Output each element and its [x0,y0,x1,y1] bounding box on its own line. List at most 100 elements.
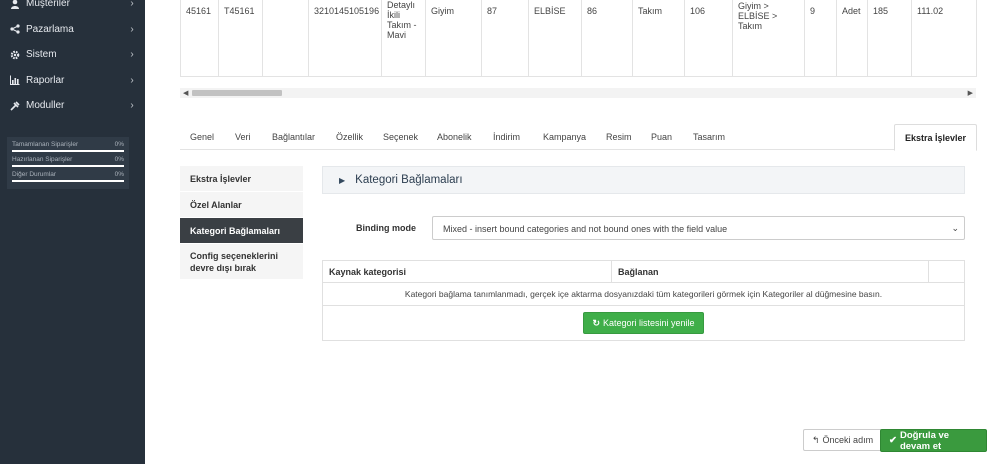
tab-kampanya[interactable]: Kampanya [543,124,586,150]
table-cell: Giyim [425,0,482,77]
binding-mode-label: Binding mode [356,223,416,233]
gear-icon [8,48,22,62]
stat-label: Tamamlanan Siparişler [12,141,79,148]
stat-other: Diğer Durumlar 0% [12,171,124,182]
sidebar-item-pazarlama[interactable]: Pazarlama › [0,17,145,43]
main-area: 45161 T45161 3210145105196 Detaylı İkili… [145,0,1000,464]
binding-mode-row: Binding mode Mixed - insert bound catego… [322,216,965,240]
col-bound: Bağlanan [612,261,929,282]
table-cell: 111.02 [911,0,977,77]
table-cell: 185 [867,0,912,77]
sidebar-item-label: Müşteriler [26,0,70,10]
progress-bar [12,165,124,167]
button-row: ↻ Kategori listesini yenile [323,306,964,340]
binding-mode-select[interactable]: Mixed - insert bound categories and not … [432,216,965,240]
menu-item-config-secenekleri[interactable]: Config seçeneklerini devre dışı bırak [180,244,303,280]
tab-genel[interactable]: Genel [190,124,214,150]
scrollbar-thumb[interactable] [192,90,282,96]
tab-bar: Genel Veri Bağlantılar Özellik Seçenek A… [180,124,978,151]
chevron-right-icon: › [130,74,134,86]
sidebar-item-raporlar[interactable]: Raporlar › [0,68,145,94]
horizontal-scrollbar[interactable]: ◀ ▶ [180,88,976,98]
table-cell: Takım [632,0,685,77]
menu-item-ozel-alanlar[interactable]: Özel Alanlar [180,192,303,218]
table-header: Kaynak kategorisi Bağlanan [323,261,964,283]
caret-right-icon: ▶ [339,175,346,185]
previous-step-button[interactable]: ↰ Önceki adım [803,429,883,451]
tab-secenek[interactable]: Seçenek [383,124,418,150]
progress-bar [12,150,124,152]
tab-ekstra-islevler[interactable]: Ekstra İşlevler [894,124,978,151]
reply-icon: ↰ [812,434,820,445]
sidebar-item-sistem[interactable]: Sistem › [0,42,145,68]
chevron-right-icon: › [130,49,134,61]
empty-message: Kategori bağlama tanımlanmadı, gerçek iç… [323,283,964,306]
stat-value: 0% [114,156,124,163]
chevron-right-icon: › [130,100,134,112]
binding-table: Kaynak kategorisi Bağlanan Kategori bağl… [322,260,965,341]
table-cell: 45161 [180,0,219,77]
progress-bar [12,180,124,182]
stat-value: 0% [114,141,124,148]
stat-label: Hazırlanan Siparişler [12,156,73,163]
table-cell: 86 [581,0,633,77]
table-cell: 3210145105196 [308,0,382,77]
menu-item-kategori-baglamalari[interactable]: Kategori Bağlamaları [180,218,303,244]
puzzle-icon [8,99,22,113]
table-cell: Adet [836,0,868,77]
scroll-left-icon[interactable]: ◀ [183,89,188,97]
table-cell: T45161 [218,0,263,77]
section-header[interactable]: ▶ Kategori Bağlamaları [322,166,965,194]
button-label: Önceki adım [822,435,874,445]
stat-completed: Tamamlanan Siparişler 0% [12,141,124,152]
sidebar: Müşteriler › Pazarlama › Sistem › Raporl… [0,0,145,464]
sidebar-item-musteriler[interactable]: Müşteriler › [0,0,145,17]
sidebar-item-label: Raporlar [26,74,65,86]
section-title: Kategori Bağlamaları [355,174,463,186]
tab-resim[interactable]: Resim [606,124,632,150]
chevron-down-icon: ⌄ [951,223,959,233]
button-label: Doğrula ve devam et [899,429,950,452]
chevron-right-icon: › [130,0,134,10]
chevron-right-icon: › [130,23,134,35]
check-icon: ✔ [889,435,897,446]
tab-abonelik[interactable]: Abonelik [437,124,472,150]
main-panel: 45161 T45161 3210145105196 Detaylı İkili… [159,0,987,464]
tab-baglantilar[interactable]: Bağlantılar [272,124,315,150]
table-cell: ELBİSE [528,0,582,77]
binding-mode-value: Mixed - insert bound categories and not … [443,224,728,234]
stat-label: Diğer Durumlar [12,171,57,178]
refresh-category-list-button[interactable]: ↻ Kategori listesini yenile [583,312,704,334]
col-source-category: Kaynak kategorisi [323,261,612,282]
table-cell: 9 [804,0,837,77]
table-row: 45161 T45161 3210145105196 Detaylı İkili… [180,0,977,77]
table-cell: Giyim > ELBİSE > Takım [732,0,805,77]
tab-veri[interactable]: Veri [235,124,251,150]
sidebar-item-moduller[interactable]: Moduller › [0,93,145,119]
col-actions [929,261,964,282]
validate-continue-button[interactable]: ✔ Doğrula ve devam et [880,429,987,452]
table-cell [262,0,309,77]
tab-indirim[interactable]: İndirim [493,124,520,150]
sidebar-item-label: Moduller [26,100,65,112]
bar-chart-icon [8,73,22,87]
button-label: Kategori listesini yenile [603,318,695,328]
share-icon [8,22,22,36]
user-icon [8,0,22,11]
product-table: 45161 T45161 3210145105196 Detaylı İkili… [180,0,977,77]
tab-tasarim[interactable]: Tasarım [693,124,725,150]
order-stats: Tamamlanan Siparişler 0% Hazırlanan Sipar… [7,137,129,189]
tab-puan[interactable]: Puan [651,124,672,150]
menu-item-ekstra-islevler[interactable]: Ekstra İşlevler [180,166,303,192]
tab-ozellik[interactable]: Özellik [336,124,363,150]
stat-value: 0% [114,171,124,178]
stat-preparing: Hazırlanan Siparişler 0% [12,156,124,167]
left-menu: Ekstra İşlevler Özel Alanlar Kategori Ba… [180,166,303,280]
section-content: ▶ Kategori Bağlamaları Binding mode Mixe… [322,166,965,341]
sidebar-item-label: Sistem [26,49,57,61]
refresh-icon: ↻ [592,317,600,328]
table-cell: Detaylı İkili Takım - Mavi [381,0,426,77]
sidebar-item-label: Pazarlama [26,23,74,35]
scroll-right-icon[interactable]: ▶ [968,89,973,97]
table-cell: 106 [684,0,733,77]
